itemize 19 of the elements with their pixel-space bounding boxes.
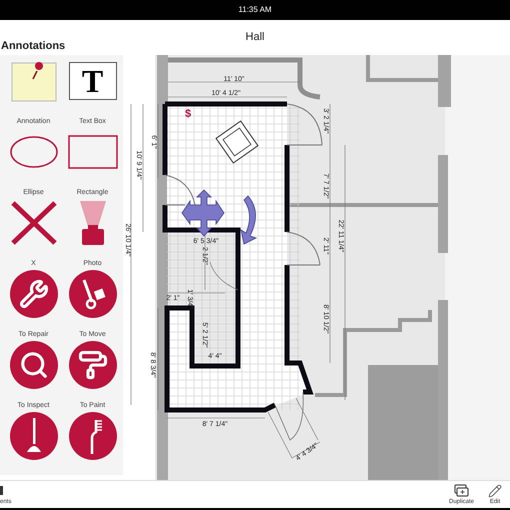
door-swing (210, 262, 238, 290)
text-box-icon: T (68, 62, 116, 100)
move-handle-icon (182, 189, 224, 237)
page-title: Hall (246, 30, 264, 46)
panel-title: Annotations (1, 39, 66, 54)
status-time: 11:35 AM (238, 4, 272, 16)
rotate-handle-icon (240, 196, 256, 244)
door-swing (164, 174, 196, 206)
dollar-marker: $ (185, 108, 192, 120)
ellipse-icon (8, 134, 58, 168)
door-swing (286, 232, 320, 266)
pencil-icon (488, 484, 502, 498)
door-swing (286, 104, 322, 146)
exterior-wall (438, 55, 451, 107)
x-mark-icon (10, 200, 56, 244)
duplicate-icon (454, 484, 469, 498)
rectangle-icon (68, 134, 118, 168)
armchair-icon (215, 120, 259, 164)
door-swing (274, 392, 304, 440)
